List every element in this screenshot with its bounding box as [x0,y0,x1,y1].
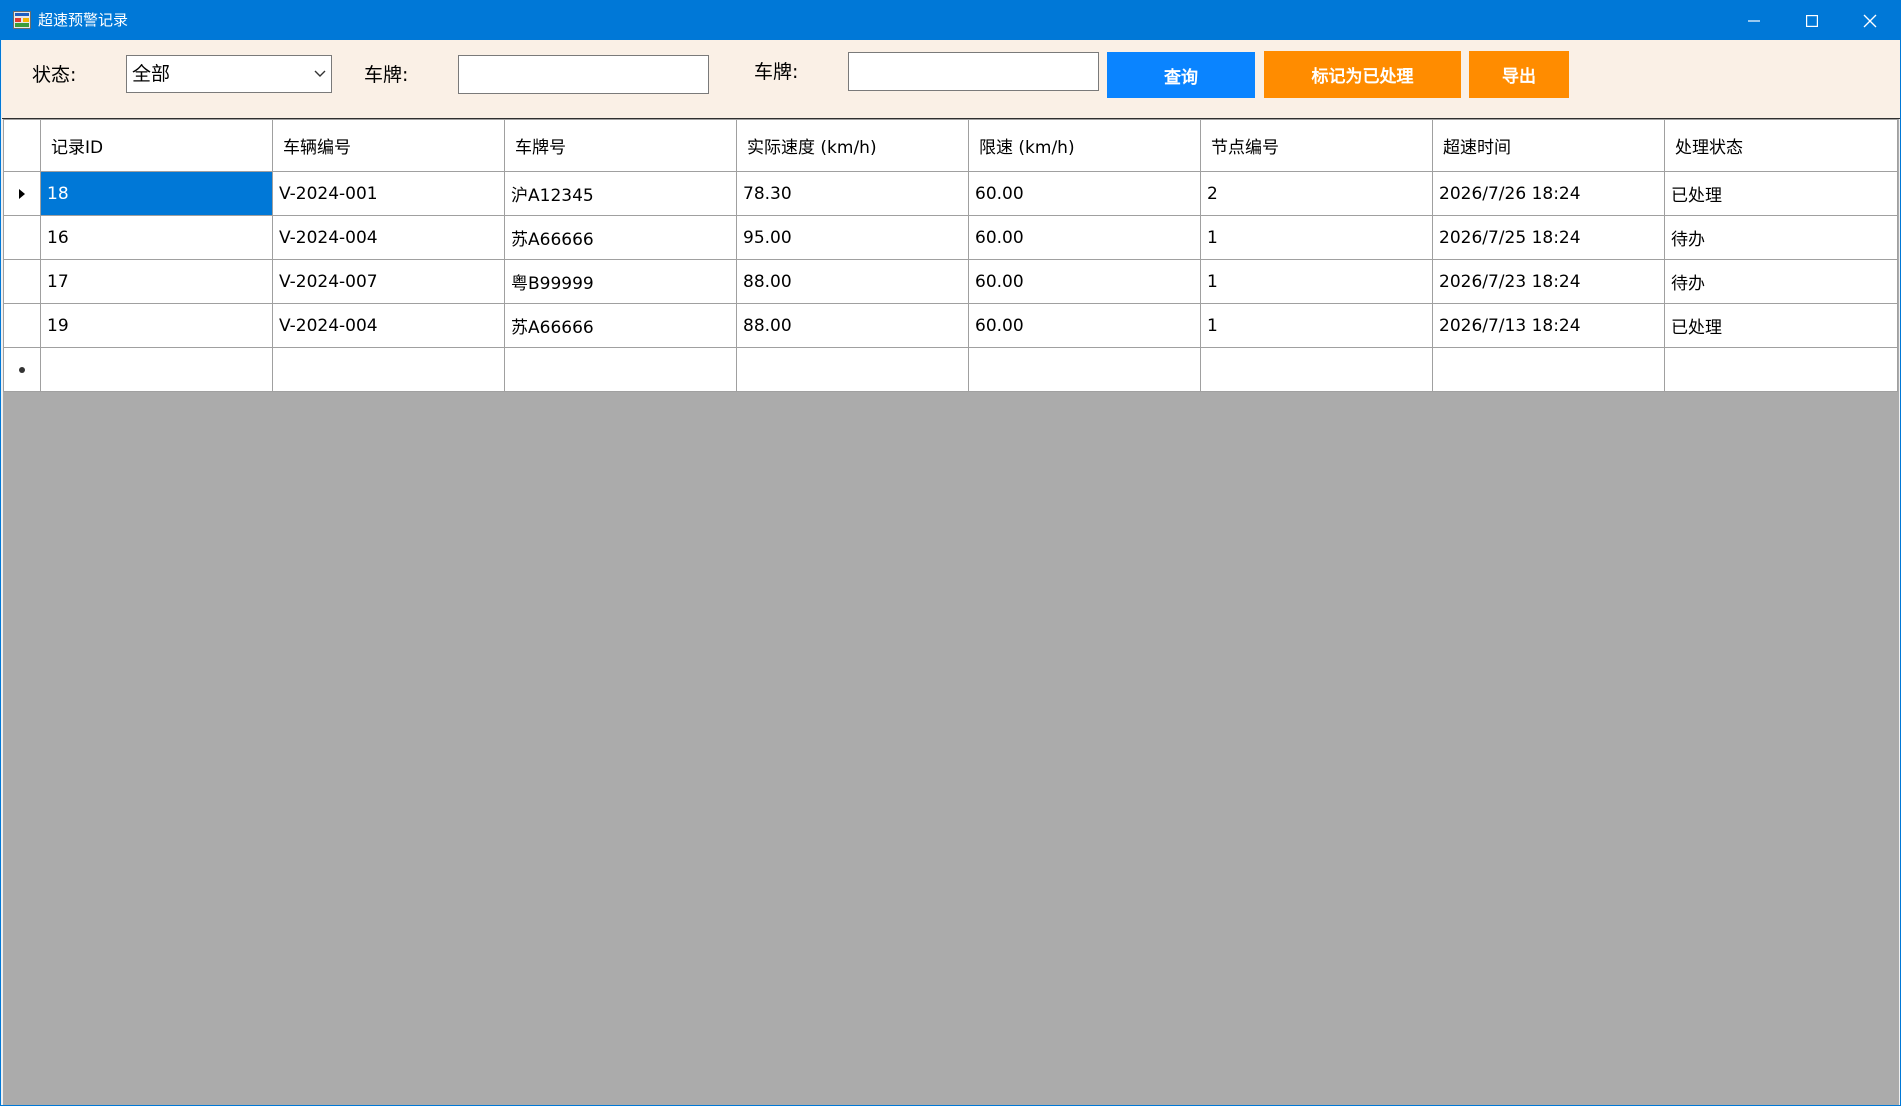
table-cell[interactable] [272,347,505,392]
export-button[interactable]: 导出 [1469,51,1569,98]
table-cell[interactable]: 18 [40,171,273,216]
close-button[interactable] [1841,1,1899,40]
table-cell[interactable]: 88.00 [736,259,969,304]
column-header-actual-speed[interactable]: 实际速度 (km/h) [736,119,969,172]
table-cell[interactable]: 苏A66666 [504,215,737,260]
status-dropdown-value: 全部 [132,63,171,85]
table-cell[interactable] [1200,347,1433,392]
table-cell[interactable]: 1 [1200,259,1433,304]
row-header[interactable] [3,171,41,216]
records-table: 记录ID 车辆编号 车牌号 实际速度 (km/h) 限速 (km/h) 节点编号… [3,119,1898,392]
plate-label-1: 车牌: [364,64,409,86]
table-cell[interactable]: 60.00 [968,303,1201,348]
plate-input-1[interactable] [458,55,709,94]
table-cell[interactable]: 78.30 [736,171,969,216]
table-cell[interactable]: 60.00 [968,171,1201,216]
column-header-plate[interactable]: 车牌号 [504,119,737,172]
table-cell[interactable]: 2026/7/23 18:24 [1432,259,1665,304]
minimize-icon [1748,19,1760,22]
column-header-speed-limit[interactable]: 限速 (km/h) [968,119,1201,172]
corner-header-cell[interactable] [3,119,41,172]
new-row-icon [19,366,25,373]
row-header[interactable] [3,303,41,348]
table-row[interactable]: 16 V-2024-004 苏A66666 95.00 60.00 1 2026… [3,215,1898,260]
status-label: 状态: [32,64,77,86]
mark-processed-button[interactable]: 标记为已处理 [1264,51,1461,98]
table-cell[interactable] [504,347,737,392]
header-row: 记录ID 车辆编号 车牌号 实际速度 (km/h) 限速 (km/h) 节点编号… [3,119,1898,172]
table-cell[interactable]: 已处理 [1664,171,1898,216]
table-cell[interactable] [968,347,1201,392]
table-cell[interactable]: V-2024-007 [272,259,505,304]
table-cell[interactable]: 60.00 [968,215,1201,260]
table-cell[interactable]: 沪A12345 [504,171,737,216]
table-cell[interactable] [1664,347,1898,392]
column-header-record-id[interactable]: 记录ID [40,119,273,172]
table-cell[interactable]: 2 [1200,171,1433,216]
column-header-overspeed-time[interactable]: 超速时间 [1432,119,1665,172]
table-cell[interactable]: 2026/7/26 18:24 [1432,171,1665,216]
table-cell[interactable]: 2026/7/25 18:24 [1432,215,1665,260]
records-grid[interactable]: 记录ID 车辆编号 车牌号 实际速度 (km/h) 限速 (km/h) 节点编号… [3,119,1899,1105]
table-cell[interactable]: V-2024-001 [272,171,505,216]
table-cell[interactable]: 88.00 [736,303,969,348]
column-header-vehicle-id[interactable]: 车辆编号 [272,119,505,172]
table-cell[interactable] [1432,347,1665,392]
plate-label-2: 车牌: [754,61,799,83]
plate-input-2[interactable] [848,52,1099,91]
table-row[interactable]: 19 V-2024-004 苏A66666 88.00 60.00 1 2026… [3,303,1898,348]
table-cell[interactable]: V-2024-004 [272,215,505,260]
table-cell[interactable]: 粤B99999 [504,259,737,304]
table-cell[interactable]: 待办 [1664,215,1898,260]
table-cell[interactable]: 60.00 [968,259,1201,304]
maximize-icon [1806,14,1818,27]
table-cell[interactable]: 2026/7/13 18:24 [1432,303,1665,348]
table-cell[interactable]: 95.00 [736,215,969,260]
minimize-button[interactable] [1725,1,1783,40]
app-form-icon [13,11,31,29]
column-header-node-id[interactable]: 节点编号 [1200,119,1433,172]
close-icon [1863,14,1877,27]
table-cell[interactable] [736,347,969,392]
current-row-arrow-icon [19,188,25,199]
status-dropdown[interactable]: 全部 [126,55,332,93]
table-cell[interactable]: 1 [1200,303,1433,348]
table-cell[interactable]: 苏A66666 [504,303,737,348]
table-cell[interactable]: 1 [1200,215,1433,260]
table-cell[interactable]: 待办 [1664,259,1898,304]
column-header-handling-status[interactable]: 处理状态 [1664,119,1898,172]
table-cell[interactable] [40,347,273,392]
table-cell[interactable]: V-2024-004 [272,303,505,348]
title-bar[interactable]: 超速预警记录 [1,1,1900,40]
row-header[interactable] [3,259,41,304]
table-cell[interactable]: 16 [40,215,273,260]
main-window: 超速预警记录 状态: 全部 车牌: 车牌: 查询 标记为已处理 导出 记录ID … [0,0,1901,1106]
filter-toolbar: 状态: 全部 车牌: 车牌: 查询 标记为已处理 导出 [2,40,1900,119]
maximize-button[interactable] [1783,1,1841,40]
table-cell[interactable]: 已处理 [1664,303,1898,348]
new-row[interactable] [3,347,1898,392]
table-row[interactable]: 17 V-2024-007 粤B99999 88.00 60.00 1 2026… [3,259,1898,304]
window-title: 超速预警记录 [38,11,129,29]
table-cell[interactable]: 17 [40,259,273,304]
chevron-down-icon [314,70,326,77]
row-header[interactable] [3,215,41,260]
query-button[interactable]: 查询 [1107,52,1255,98]
table-row[interactable]: 18 V-2024-001 沪A12345 78.30 60.00 2 2026… [3,171,1898,216]
row-header[interactable] [3,347,41,392]
table-cell[interactable]: 19 [40,303,273,348]
